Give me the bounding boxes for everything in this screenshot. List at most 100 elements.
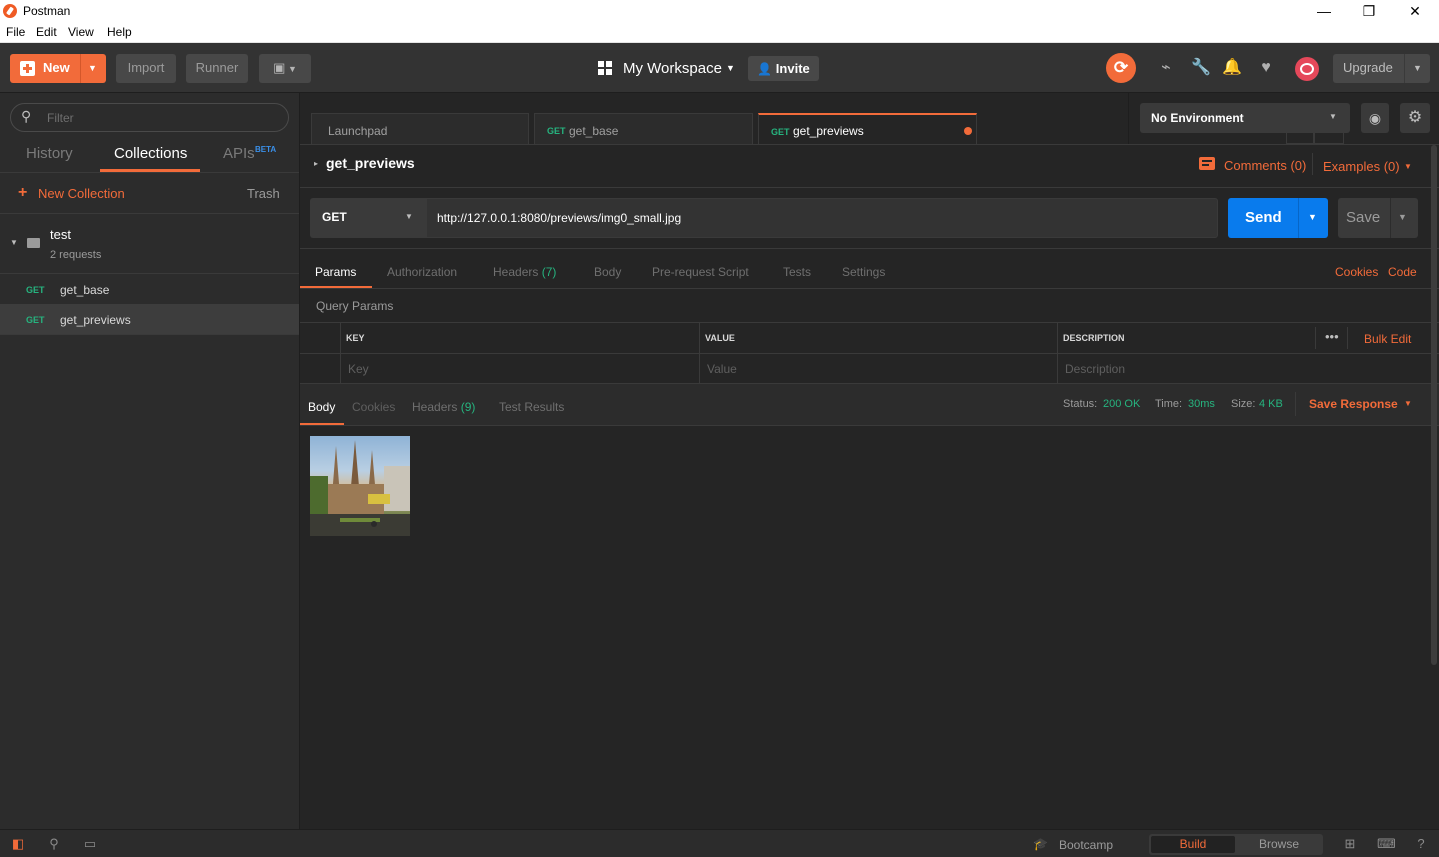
upgrade-button[interactable]: Upgrade ▼ [1333, 54, 1430, 83]
response-header: Body Cookies Headers (9) Test Results St… [300, 384, 1439, 426]
new-collection-button[interactable]: New Collection [38, 186, 125, 201]
time-label: Time: [1155, 398, 1183, 410]
sync-icon[interactable]: ⟳ [1106, 53, 1136, 83]
keyboard-shortcuts-icon[interactable]: ⌨ [1377, 836, 1396, 852]
satellite-icon[interactable]: ⌁ [1153, 55, 1179, 81]
runner-button[interactable]: Runner [186, 54, 248, 83]
import-button[interactable]: Import [116, 54, 176, 83]
beta-badge: BETA [255, 145, 277, 154]
description-input[interactable]: Description [1065, 362, 1125, 376]
collection-count: 2 requests [50, 249, 102, 261]
menu-view[interactable]: View [68, 25, 94, 39]
tab-apis[interactable]: APIs [223, 145, 255, 162]
save-chevron-icon[interactable]: ▼ [1398, 212, 1407, 222]
maximize-button[interactable]: ❐ [1346, 0, 1392, 23]
time-value: 30ms [1188, 398, 1215, 410]
close-button[interactable]: ✕ [1392, 0, 1438, 23]
response-image-preview [310, 436, 410, 536]
request-name[interactable]: get_previews [326, 155, 415, 171]
response-tab-test-results[interactable]: Test Results [499, 400, 564, 414]
tab-collections[interactable]: Collections [114, 145, 187, 162]
sidebar: ⚲ Filter History Collections APIs BETA +… [0, 93, 300, 829]
gear-icon[interactable]: ⚙ [1400, 103, 1430, 133]
tab-get-base[interactable]: GET get_base [534, 113, 753, 144]
tab-launchpad[interactable]: Launchpad [311, 113, 529, 144]
tab-history[interactable]: History [26, 145, 73, 162]
status-bar: ◧ ⚲ ▭ 🎓 Bootcamp Build Browse ⊞ ⌨ ? [0, 829, 1439, 857]
console-icon[interactable]: ▭ [81, 836, 99, 852]
response-tab-headers[interactable]: Headers (9) [412, 400, 475, 414]
response-body-underline [300, 423, 344, 425]
postman-logo-icon [3, 4, 17, 18]
menu-edit[interactable]: Edit [36, 25, 57, 39]
environment-select[interactable]: No Environment ▼ [1140, 103, 1350, 133]
new-window-button[interactable]: ▣ ▼ [259, 54, 311, 83]
build-button[interactable]: Build [1151, 836, 1235, 853]
key-input[interactable]: Key [348, 362, 369, 376]
examples-chevron-icon[interactable]: ▼ [1404, 162, 1412, 171]
minimize-button[interactable]: — [1301, 0, 1347, 23]
workspace-chevron-icon[interactable]: ▼ [726, 63, 735, 73]
send-chevron-icon[interactable]: ▼ [1308, 212, 1317, 222]
menu-file[interactable]: File [6, 25, 25, 39]
save-button[interactable]: Save ▼ [1338, 198, 1418, 238]
comments-button[interactable]: Comments (0) [1224, 158, 1306, 173]
query-params-title: Query Params [316, 299, 394, 313]
more-options-icon[interactable]: ••• [1325, 329, 1339, 344]
workspace-grid-icon [598, 61, 612, 75]
tab-get-previews[interactable]: GET get_previews [758, 113, 977, 144]
bootcamp-link[interactable]: Bootcamp [1059, 838, 1113, 852]
response-tab-body[interactable]: Body [308, 400, 335, 414]
caret-down-icon[interactable]: ▼ [10, 238, 18, 247]
menu-help[interactable]: Help [107, 25, 132, 39]
status-value: 200 OK [1103, 398, 1141, 410]
value-input[interactable]: Value [707, 362, 737, 376]
sidebar-request-get-base[interactable]: GET get_base [0, 274, 299, 304]
request-caret-icon[interactable]: ▸ [314, 159, 318, 168]
wrench-icon[interactable]: 🔧 [1188, 55, 1214, 81]
chevron-down-icon[interactable]: ▼ [88, 54, 97, 82]
workspace-selector[interactable]: My Workspace [623, 60, 722, 77]
examples-button[interactable]: Examples (0) [1323, 159, 1400, 174]
main-panel: Launchpad GET get_base GET get_previews … [300, 93, 1439, 829]
folder-icon [27, 238, 40, 248]
help-icon[interactable]: ? [1412, 836, 1430, 852]
invite-button[interactable]: 👤 Invite [748, 56, 819, 81]
upgrade-chevron-icon[interactable]: ▼ [1413, 54, 1422, 82]
find-icon[interactable]: ⚲ [45, 836, 63, 852]
filter-input[interactable]: ⚲ Filter [10, 103, 289, 132]
main-scrollbar[interactable] [1431, 145, 1437, 665]
response-tab-cookies[interactable]: Cookies [352, 400, 395, 414]
new-button[interactable]: New ▼ [10, 54, 106, 83]
tab-body[interactable]: Body [594, 265, 621, 279]
tab-settings[interactable]: Settings [842, 265, 885, 279]
title-bar: Postman — ❐ ✕ [0, 0, 1439, 23]
tab-tests[interactable]: Tests [783, 265, 811, 279]
tab-params[interactable]: Params [315, 265, 356, 279]
bulk-edit-button[interactable]: Bulk Edit [1364, 332, 1411, 346]
eye-icon[interactable]: ◉ [1361, 103, 1389, 133]
heart-icon[interactable]: ♥ [1253, 55, 1279, 81]
trash-button[interactable]: Trash [247, 186, 280, 201]
tab-authorization[interactable]: Authorization [387, 265, 457, 279]
collection-test[interactable]: ▼ test 2 requests [0, 214, 299, 274]
toggle-sidebar-icon[interactable]: ◧ [9, 836, 27, 852]
column-key: KEY [346, 333, 365, 343]
tab-headers[interactable]: Headers (7) [493, 265, 556, 279]
browse-button[interactable]: Browse [1237, 836, 1321, 853]
tab-prerequest-script[interactable]: Pre-request Script [652, 265, 749, 279]
cookies-link[interactable]: Cookies [1335, 265, 1378, 279]
bell-icon[interactable]: 🔔 [1219, 55, 1245, 81]
method-select[interactable]: GET ▼ [310, 198, 426, 238]
send-button[interactable]: Send ▼ [1228, 198, 1328, 238]
save-response-chevron-icon[interactable]: ▼ [1404, 399, 1412, 408]
filter-placeholder: Filter [47, 111, 74, 125]
two-pane-view-icon[interactable]: ⊞ [1341, 836, 1359, 852]
code-link[interactable]: Code [1388, 265, 1417, 279]
url-input[interactable]: http://127.0.0.1:8080/previews/img0_smal… [426, 198, 1218, 238]
save-response-button[interactable]: Save Response [1309, 397, 1398, 411]
sidebar-request-get-previews[interactable]: GET get_previews [0, 304, 299, 334]
column-value: VALUE [705, 333, 735, 343]
column-description: DESCRIPTION [1063, 333, 1125, 343]
avatar[interactable] [1295, 57, 1319, 81]
